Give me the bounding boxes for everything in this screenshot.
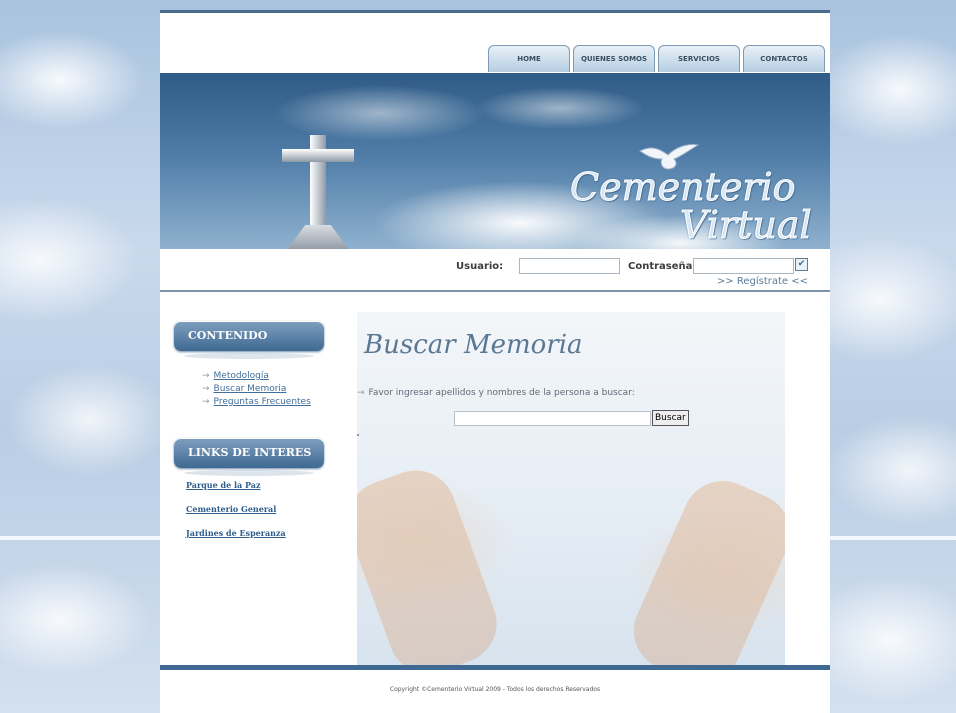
left-hand-image xyxy=(357,459,508,666)
right-hand-image xyxy=(621,468,785,666)
password-input[interactable] xyxy=(693,258,794,274)
arrow-icon: → xyxy=(202,371,210,381)
link-preguntas-frecuentes[interactable]: Preguntas Frecuentes xyxy=(214,397,311,407)
footer-rule xyxy=(160,665,830,670)
bullet-dot xyxy=(357,434,359,436)
nav-servicios[interactable]: SERVICIOS xyxy=(658,45,740,72)
links-heading: LINKS DE INTERES xyxy=(174,438,324,476)
logo-text-line2: Virtual xyxy=(680,203,813,248)
instruction-text: Favor ingresar apellidos y nombres de la… xyxy=(368,388,635,398)
search-instruction: → Favor ingresar apellidos y nombres de l… xyxy=(357,388,635,398)
link-parque-de-la-paz[interactable]: Parque de la Paz xyxy=(186,480,261,490)
login-submit-icon[interactable]: ✔ xyxy=(795,258,808,271)
list-item: → Metodología xyxy=(202,371,311,381)
search-input[interactable] xyxy=(454,411,651,426)
login-rule xyxy=(160,290,830,292)
link-cementerio-general[interactable]: Cementerio General xyxy=(186,504,276,514)
nav-home[interactable]: HOME xyxy=(488,45,570,72)
main-nav: HOME QUIENES SOMOS SERVICIOS CONTACTOS xyxy=(488,45,825,72)
arrow-icon: → xyxy=(357,388,365,398)
username-label: Usuario: xyxy=(456,261,504,272)
register-link[interactable]: >> Regístrate << xyxy=(717,276,808,287)
top-rule xyxy=(160,10,830,13)
list-item: → Preguntas Frecuentes xyxy=(202,397,311,407)
page-title: Buscar Memoria xyxy=(364,330,583,360)
arrow-icon: → xyxy=(202,397,210,407)
page-container: HOME QUIENES SOMOS SERVICIOS CONTACTOS C… xyxy=(160,10,830,713)
link-jardines-de-esperanza[interactable]: Jardines de Esperanza xyxy=(186,528,286,538)
nav-quienes-somos[interactable]: QUIENES SOMOS xyxy=(573,45,655,72)
link-buscar-memoria[interactable]: Buscar Memoria xyxy=(214,384,287,394)
arrow-icon: → xyxy=(202,384,210,394)
footer-copyright: Copyright ©Cementerio Virtual 2009 - Tod… xyxy=(389,686,601,693)
login-bar: Usuario: Contraseña: ✔ >> Regístrate << xyxy=(160,256,830,290)
link-metodologia[interactable]: Metodología xyxy=(214,371,269,381)
search-button[interactable]: Buscar xyxy=(652,410,689,426)
header-banner: Cementerio Virtual xyxy=(160,73,830,249)
search-panel: Buscar Memoria → Favor ingresar apellidos… xyxy=(357,312,785,666)
content-heading: CONTENIDO xyxy=(174,321,324,359)
username-input[interactable] xyxy=(519,258,620,274)
content-list: → Metodología → Buscar Memoria → Preguntas … xyxy=(202,371,311,410)
cross-pedestal xyxy=(286,225,350,249)
nav-contactos[interactable]: CONTACTOS xyxy=(743,45,825,72)
list-item: → Buscar Memoria xyxy=(202,384,311,394)
password-label: Contraseña: xyxy=(628,261,697,272)
cross-arm xyxy=(282,149,354,162)
